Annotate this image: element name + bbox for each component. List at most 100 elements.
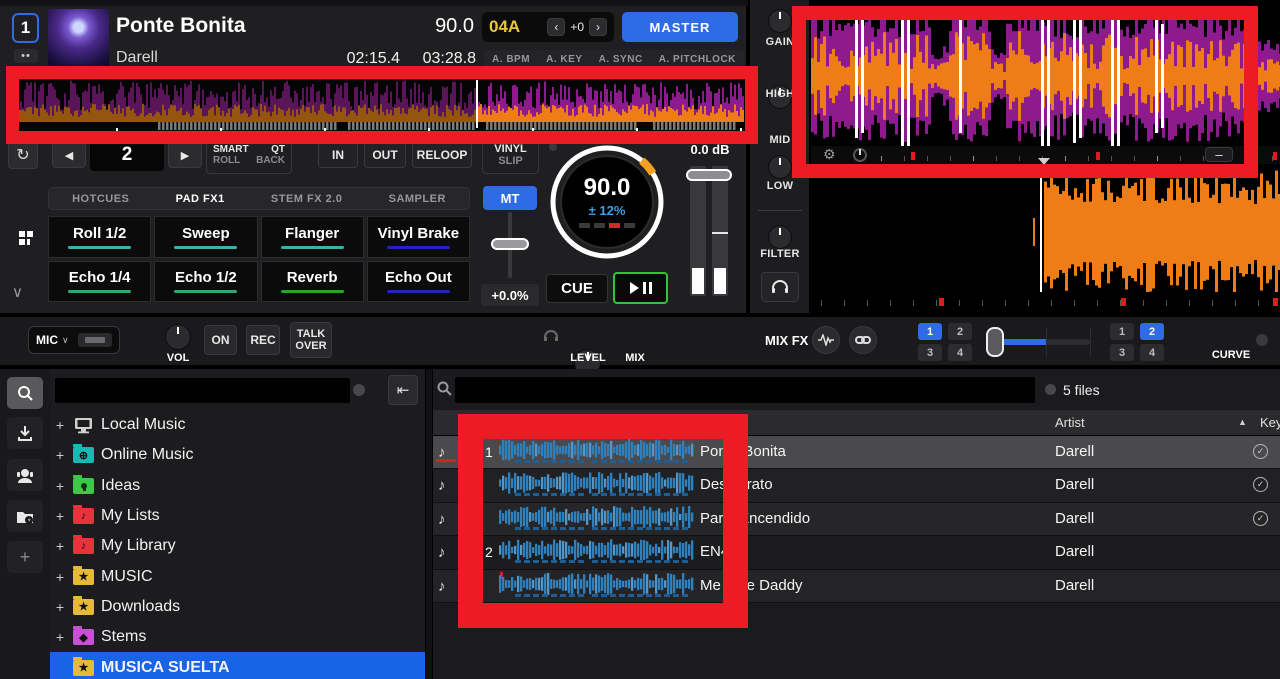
library-divider[interactable]	[425, 369, 433, 679]
talkover-button[interactable]: TALK OVER	[290, 322, 332, 358]
rec-button[interactable]: REC	[246, 325, 280, 355]
library-downloads-tab[interactable]	[7, 417, 43, 449]
pads-grid-icon[interactable]	[8, 222, 44, 254]
deck-number: 1	[21, 18, 30, 38]
fx-assign-left-4[interactable]: 4	[948, 344, 972, 361]
sidebar-item-my-lists[interactable]: + ♪ My Lists	[50, 501, 425, 531]
mic-dropdown[interactable]: MIC ∨	[28, 326, 120, 354]
smart-label[interactable]: SMART	[213, 144, 249, 155]
fx-assign-left-1[interactable]: 1	[918, 323, 942, 340]
mic-vol-knob[interactable]	[165, 324, 191, 350]
mixer-status-dot	[1256, 334, 1268, 346]
roll-label[interactable]: ROLL	[213, 155, 240, 166]
mid-knob[interactable]	[768, 155, 792, 179]
analyzed-check-icon: ✓	[1253, 511, 1268, 526]
mic-label: MIC	[36, 333, 58, 347]
pad-vinyl-brake[interactable]: Vinyl Brake	[367, 216, 470, 258]
mic-vol-label: VOL	[158, 352, 198, 364]
back-label[interactable]: BACK	[256, 155, 285, 166]
qt-label[interactable]: QT	[271, 144, 285, 155]
loop-out-button[interactable]: OUT	[364, 141, 406, 168]
tab-stem-fx[interactable]: STEM FX 2.0	[271, 193, 343, 205]
master-button[interactable]: MASTER	[622, 12, 738, 42]
mic-on-button[interactable]: ON	[204, 325, 237, 355]
auto-bpm-button[interactable]: A. BPM	[492, 54, 530, 65]
pads-collapse-chevron-icon[interactable]: ∨	[12, 283, 23, 301]
deck-dots-icon[interactable]: ••	[14, 49, 38, 63]
loop-icon[interactable]: ↻	[8, 141, 38, 169]
pad-sweep[interactable]: Sweep	[154, 216, 257, 258]
sidebar-back-button[interactable]: ⇤	[388, 375, 418, 405]
sidebar-item-online-music[interactable]: + ⊕ Online Music	[50, 440, 425, 470]
sidebar-item-downloads[interactable]: + ★ Downloads	[50, 592, 425, 622]
sidebar-item-musica-suelta[interactable]: ★ MUSICA SUELTA	[50, 652, 425, 679]
track-search-input[interactable]	[455, 377, 1035, 403]
sidebar-item-local-music[interactable]: + Local Music	[50, 410, 425, 440]
sidebar-search-input[interactable]	[55, 378, 350, 403]
pitch-slider-handle[interactable]	[491, 238, 529, 250]
sidebar-item-stems[interactable]: + ◆ Stems	[50, 622, 425, 652]
cue-button[interactable]: CUE	[546, 274, 608, 303]
star-folder-icon: ★	[73, 599, 94, 615]
track-artist: Darell	[116, 49, 158, 67]
fx-assign-left-2[interactable]: 2	[948, 323, 972, 340]
library-dj-support-tab[interactable]	[7, 459, 43, 491]
auto-sync-button[interactable]: A. SYNC	[599, 54, 643, 65]
loop-half-button[interactable]: ◀	[52, 142, 86, 168]
auto-pitchlock-button[interactable]: A. PITCHLOCK	[659, 54, 736, 65]
deck-number-badge[interactable]: 1	[12, 13, 39, 43]
mic-level-meter	[78, 333, 112, 347]
loop-in-button[interactable]: IN	[318, 141, 358, 168]
low-knob[interactable]	[768, 225, 792, 249]
tab-pad-fx1[interactable]: PAD FX1	[176, 193, 225, 205]
fx-assign-right-4[interactable]: 4	[1140, 344, 1164, 361]
mt-button[interactable]: MT	[483, 186, 537, 210]
play-pause-button[interactable]	[613, 272, 668, 304]
pad-echo-out[interactable]: Echo Out	[367, 261, 470, 303]
album-art[interactable]	[48, 9, 109, 70]
fx-assign-right-1[interactable]: 1	[1110, 323, 1134, 340]
key-shift-down-button[interactable]: ‹	[547, 18, 565, 36]
pause-icon	[643, 282, 652, 294]
tab-sampler[interactable]: SAMPLER	[389, 193, 446, 205]
fx-assign-right-2[interactable]: 2	[1140, 323, 1164, 340]
headphone-cue-button[interactable]	[761, 272, 799, 302]
sidebar-item-my-library[interactable]: + ♪ My Library	[50, 531, 425, 561]
library-auto-folder-tab[interactable]	[7, 500, 43, 532]
column-header-artist[interactable]: Artist	[1055, 415, 1085, 430]
filter-label: FILTER	[750, 248, 810, 260]
pad-roll-half[interactable]: Roll 1/2	[48, 216, 151, 258]
deck2-detail-waveform[interactable]	[811, 166, 1280, 292]
sidebar-item-ideas[interactable]: + Ideas	[50, 471, 425, 501]
jog-wheel[interactable]: 90.0 ± 12%	[546, 141, 668, 263]
auto-key-button[interactable]: A. KEY	[546, 54, 582, 65]
annotation-box-track-list	[458, 414, 748, 628]
crossfader-handle[interactable]	[986, 327, 1004, 357]
sidebar-item-music[interactable]: + ★ MUSIC	[50, 561, 425, 591]
files-count: 5 files	[1063, 382, 1100, 398]
star-folder-icon: ★	[73, 660, 94, 676]
library-add-button[interactable]: +	[7, 541, 43, 573]
key-value[interactable]: 04A	[489, 17, 542, 37]
annotation-box-deck-overview	[6, 66, 758, 144]
fx-assign-left-3[interactable]: 3	[918, 344, 942, 361]
pad-echo-quarter[interactable]: Echo 1/4	[48, 261, 151, 303]
tab-hotcues[interactable]: HOTCUES	[72, 193, 129, 205]
reloop-button[interactable]: RELOOP	[412, 141, 472, 168]
key-shift-up-button[interactable]: ›	[589, 18, 607, 36]
lightbulb-folder-icon	[73, 478, 94, 494]
fx-link-icon[interactable]	[849, 326, 877, 354]
fx-assign-right-3[interactable]: 3	[1110, 344, 1134, 361]
channel-fader-handle[interactable]	[686, 169, 732, 181]
pad-flanger[interactable]: Flanger	[261, 216, 364, 258]
pad-echo-half[interactable]: Echo 1/2	[154, 261, 257, 303]
column-header-key[interactable]: Key	[1260, 415, 1280, 430]
loop-double-button[interactable]: ▶	[168, 142, 202, 168]
bpm-value[interactable]: 90.0	[408, 15, 474, 38]
mix-fx-wave-icon[interactable]	[812, 326, 840, 354]
jog-range-value: ± 12%	[546, 203, 668, 218]
pad-reverb[interactable]: Reverb	[261, 261, 364, 303]
gain-knob[interactable]	[768, 9, 792, 33]
music-note-folder-icon: ♪	[73, 538, 94, 554]
library-search-tab[interactable]	[7, 377, 43, 409]
